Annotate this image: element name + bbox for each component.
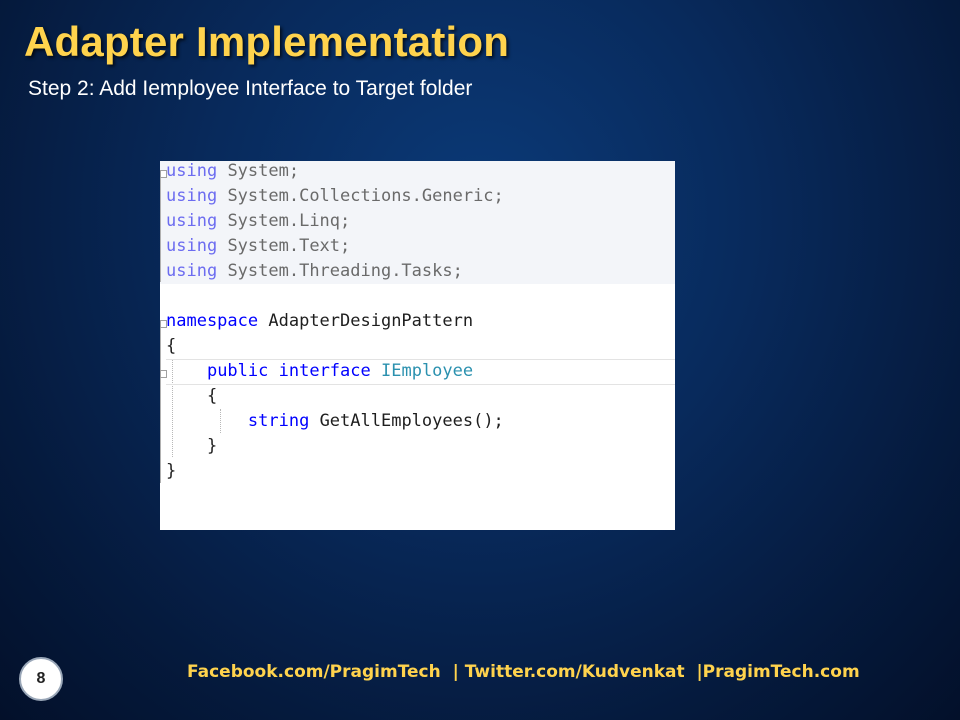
code-line-open-brace: { <box>166 336 177 356</box>
slide-title: Adapter Implementation <box>24 18 510 65</box>
code-line-interface-open: { <box>206 386 218 406</box>
code-line-using: using System.Linq; <box>166 211 351 231</box>
code-line-interface: public interface IEmployee <box>206 361 474 381</box>
usings-outline-line <box>160 178 161 282</box>
code-line-using: using System.Threading.Tasks; <box>166 261 463 281</box>
footer-links: Facebook.com/PragimTech | Twitter.com/Ku… <box>187 662 860 682</box>
code-line-interface-close: } <box>206 436 218 456</box>
slide-subtitle: Step 2: Add Iemployee Interface to Targe… <box>28 77 473 100</box>
code-line-using: using System.Text; <box>166 236 351 256</box>
code-line-using: using System; <box>166 161 300 181</box>
namespace-outline-line <box>160 328 161 483</box>
code-line-method: string GetAllEmployees(); <box>247 411 504 431</box>
code-line-using: using System.Collections.Generic; <box>166 186 504 206</box>
page-number-badge: 8 <box>19 657 63 701</box>
code-line-close-brace: } <box>166 461 177 481</box>
code-line-namespace: namespace AdapterDesignPattern <box>166 311 474 331</box>
code-screenshot: using System; using System.Collections.G… <box>160 161 675 530</box>
